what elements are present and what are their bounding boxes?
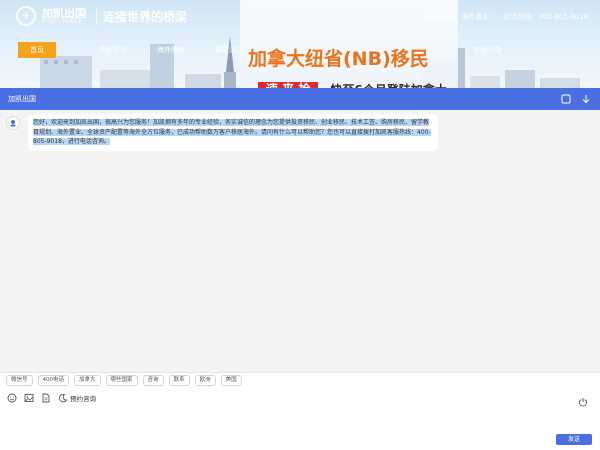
quick-reply-consult[interactable]: 咨询	[142, 375, 164, 386]
agent-avatar-icon	[10, 120, 16, 127]
quick-reply-bar: 微信号 400电话 加拿大 哪些国家 咨询 联系 欧洲 美国	[0, 372, 600, 388]
site-slogan: 连接世界的桥梁	[96, 7, 187, 25]
chat-title: 加凯出国	[8, 95, 36, 103]
nav-item-home[interactable]: 首页	[18, 42, 56, 58]
top-link-hotline: 咨询热线：400-805-9018	[503, 13, 588, 21]
minimize-icon[interactable]	[560, 93, 572, 105]
quick-reply-canada[interactable]: 加拿大	[74, 375, 101, 386]
file-icon[interactable]	[40, 393, 51, 404]
agent-avatar	[6, 116, 20, 130]
agent-greeting-text: 您好，欢迎来到加凯出国，很高兴为您服务！加凯拥有多年的专业经验，务实诚信的理念为…	[33, 119, 431, 145]
logo-icon: ✈	[16, 6, 36, 26]
quick-reply-europe[interactable]: 欧洲	[194, 375, 216, 386]
moon-icon[interactable]	[57, 393, 68, 404]
quick-reply-usa[interactable]: 美国	[220, 375, 242, 386]
chat-toolbar: 预约咨询	[0, 390, 600, 406]
appointment-label[interactable]: 预约咨询	[70, 393, 96, 403]
chat-messages: 您好，欢迎来到加凯出国，很高兴为您服务！加凯拥有多年的专业经验，务实诚信的理念为…	[0, 110, 600, 372]
logo-name: 加凯出国	[42, 6, 86, 20]
quick-reply-400-phone[interactable]: 400电话	[37, 375, 70, 386]
image-icon[interactable]	[23, 393, 34, 404]
top-link-overseas[interactable]: 移民国家：海外置业	[426, 12, 489, 22]
send-button[interactable]: 发送	[556, 434, 592, 445]
agent-message-bubble: 您好，欢迎来到加凯出国，很高兴为您服务！加凯拥有多年的专业经验，务实诚信的理念为…	[28, 114, 438, 151]
quick-reply-which-countries[interactable]: 哪些国家	[105, 375, 138, 386]
quick-reply-contact[interactable]: 联系	[168, 375, 190, 386]
nav-item-immigration[interactable]: 移民项目	[84, 42, 142, 58]
close-chevron-icon[interactable]	[580, 93, 592, 105]
message-input[interactable]	[0, 408, 600, 438]
chat-header: 加凯出国	[0, 88, 600, 110]
banner-title: 加拿大纽省(NB)移民	[248, 48, 429, 70]
quick-reply-wechat[interactable]: 微信号	[6, 375, 33, 386]
site-logo[interactable]: ✈ 加凯出国 ADD LIUXUE 连接世界的桥梁	[16, 6, 187, 26]
chat-header-controls	[560, 93, 592, 105]
website-banner: ✈ 加凯出国 ADD LIUXUE 连接世界的桥梁 移民国家：海外置业 咨询热线…	[0, 0, 600, 92]
emoji-icon[interactable]	[6, 393, 17, 404]
nav-item-overseas-property[interactable]: 海外购房	[142, 42, 200, 58]
top-links: 移民国家：海外置业 咨询热线：400-805-9018	[426, 12, 588, 22]
nav-item-about[interactable]: 加凯出国	[458, 42, 516, 58]
logo-subtext: ADD LIUXUE	[42, 18, 83, 25]
